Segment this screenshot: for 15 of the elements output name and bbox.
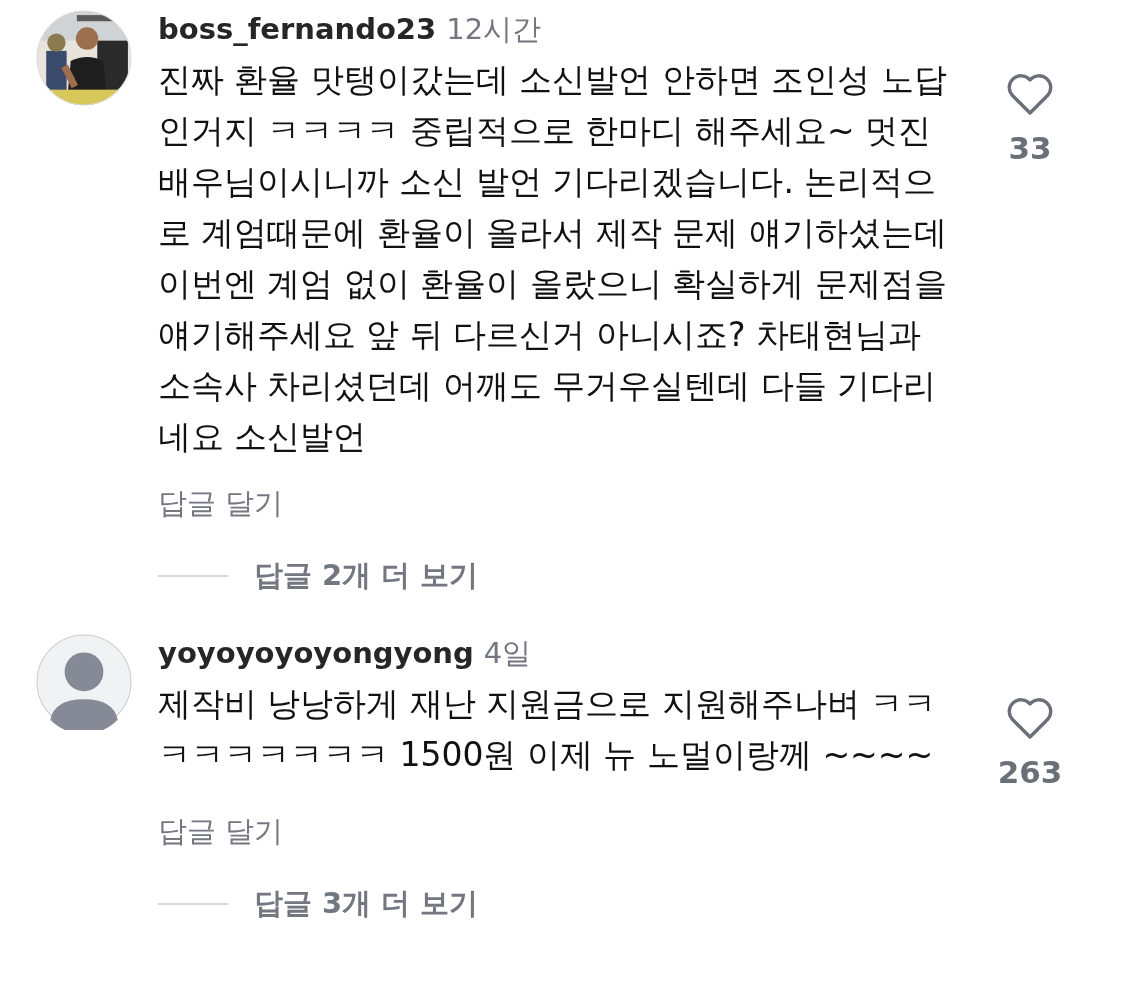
heart-icon[interactable] [1006,696,1054,740]
like-count: 263 [997,754,1063,790]
view-replies-link[interactable]: 답글 2개 더 보기 [254,556,479,596]
comment-text: 진짜 환율 맛탱이갔는데 소신발언 안하면 조인성 노답인거지 ㅋㅋㅋㅋ 중립적으로 한마디 해주세요~ 멋진 배우님이시니까 소신 발언 기다리겠습니다. 논리적으로 계엄때문에 환율이 올라서 제작 문제 얘기하셨는데 이번엔 계엄 없이 환율이 올랐으니 확실하게 문제점을 얘기해주세요 앞 뒤 다르신거 아니시죠? 차태현님과 소속사 차리셨던데 어깨도 무거우실텐데 다들 기다리네요 소신발언 [158,59,948,458]
heart-icon[interactable] [1006,72,1054,116]
comment-time: 12시간 [446,11,542,48]
comment-time: 4일 [483,635,532,672]
default-avatar-icon [36,634,132,730]
reply-link[interactable]: 답글 달기 [158,484,284,524]
reply-link[interactable]: 답글 달기 [158,812,284,852]
view-replies-link[interactable]: 답글 3개 더 보기 [254,884,479,924]
like-count: 33 [1008,130,1052,166]
username[interactable]: yoyoyoyoyongyong [158,636,474,670]
comment-text: 제작비 낭낭하게 재난 지원금으로 지원해주나벼 ㅋㅋㅋㅋㅋㅋㅋㅋㅋ 1500원 이제 뉴 노멀이랑께 ~~~~ [158,683,938,776]
username[interactable]: boss_fernando23 [158,12,437,46]
